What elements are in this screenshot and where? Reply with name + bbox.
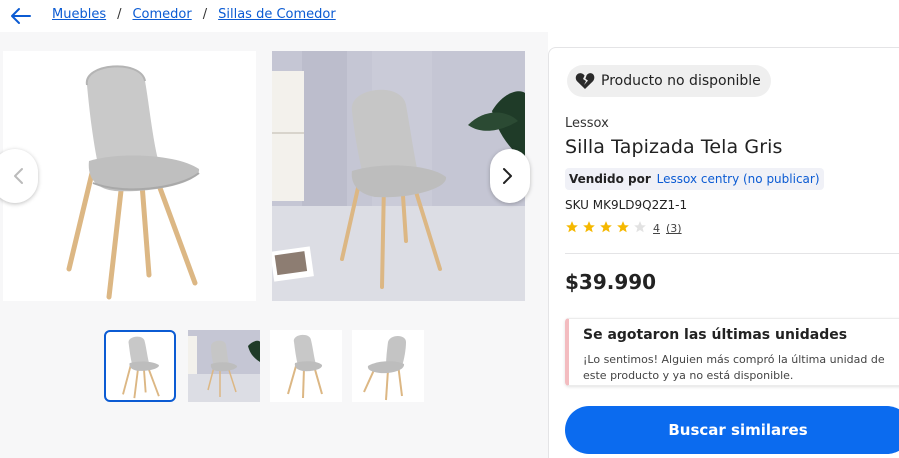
thumbnail-1[interactable] xyxy=(104,330,176,402)
star-filled-icon xyxy=(583,221,595,233)
star-filled-icon xyxy=(600,221,612,233)
breadcrumb-link-sillas-de-comedor[interactable]: Sillas de Comedor xyxy=(218,7,336,22)
divider xyxy=(565,253,899,254)
chevron-right-icon xyxy=(503,168,512,184)
product-sku: SKU MK9LD9Q2Z1-1 xyxy=(565,198,688,212)
alert-message: ¡Lo sentimos! Alguien más compró la últi… xyxy=(583,352,885,384)
gallery-prev-button[interactable] xyxy=(0,149,38,203)
rating-value[interactable]: 4 xyxy=(653,222,660,235)
back-arrow-icon[interactable] xyxy=(10,6,32,26)
star-filled-icon xyxy=(566,221,578,233)
alert-message-line-2: este producto y ya no está disponible. xyxy=(583,369,794,382)
product-image-2[interactable] xyxy=(272,51,525,301)
product-image-1[interactable] xyxy=(3,51,256,301)
chevron-left-icon xyxy=(14,168,23,184)
rating-stars xyxy=(565,220,650,237)
thumbnail-4[interactable] xyxy=(352,330,424,402)
product-price: $39.990 xyxy=(565,270,657,294)
thumbnail-2[interactable] xyxy=(188,330,260,402)
seller-info: Vendido por Lessox centry (no publicar) xyxy=(565,168,824,190)
product-gallery xyxy=(0,32,548,458)
alert-message-line-1: ¡Lo sentimos! Alguien más compró la últi… xyxy=(583,353,885,366)
status-badge-label: Producto no disponible xyxy=(601,73,761,89)
gallery-next-button[interactable] xyxy=(490,149,530,203)
breadcrumb-link-comedor[interactable]: Comedor xyxy=(132,7,191,22)
thumbnail-3[interactable] xyxy=(270,330,342,402)
star-empty-icon xyxy=(634,221,646,233)
product-info-panel: Producto no disponible Lessox Silla Tapi… xyxy=(548,47,899,458)
product-title: Silla Tapizada Tela Gris xyxy=(565,136,783,158)
breadcrumb-separator: / xyxy=(202,7,208,22)
product-rating[interactable]: 4 (3) xyxy=(565,220,682,237)
alert-title: Se agotaron las últimas unidades xyxy=(583,327,848,343)
seller-link[interactable]: Lessox centry (no publicar) xyxy=(657,172,820,186)
search-similar-button[interactable]: Buscar similares xyxy=(565,406,899,454)
review-count[interactable]: (3) xyxy=(666,222,682,235)
breadcrumb-separator: / xyxy=(117,7,122,22)
seller-prefix: Vendido por xyxy=(569,172,651,186)
out-of-stock-alert: Se agotaron las últimas unidades ¡Lo sen… xyxy=(565,318,899,386)
breadcrumb: Muebles / Comedor / Sillas de Comedor xyxy=(52,7,336,22)
broken-heart-icon xyxy=(575,73,595,89)
breadcrumb-link-muebles[interactable]: Muebles xyxy=(52,7,106,22)
product-brand[interactable]: Lessox xyxy=(565,116,609,131)
breadcrumb-bar: Muebles / Comedor / Sillas de Comedor xyxy=(0,0,899,32)
star-filled-icon xyxy=(617,221,629,233)
status-badge: Producto no disponible xyxy=(567,65,771,97)
